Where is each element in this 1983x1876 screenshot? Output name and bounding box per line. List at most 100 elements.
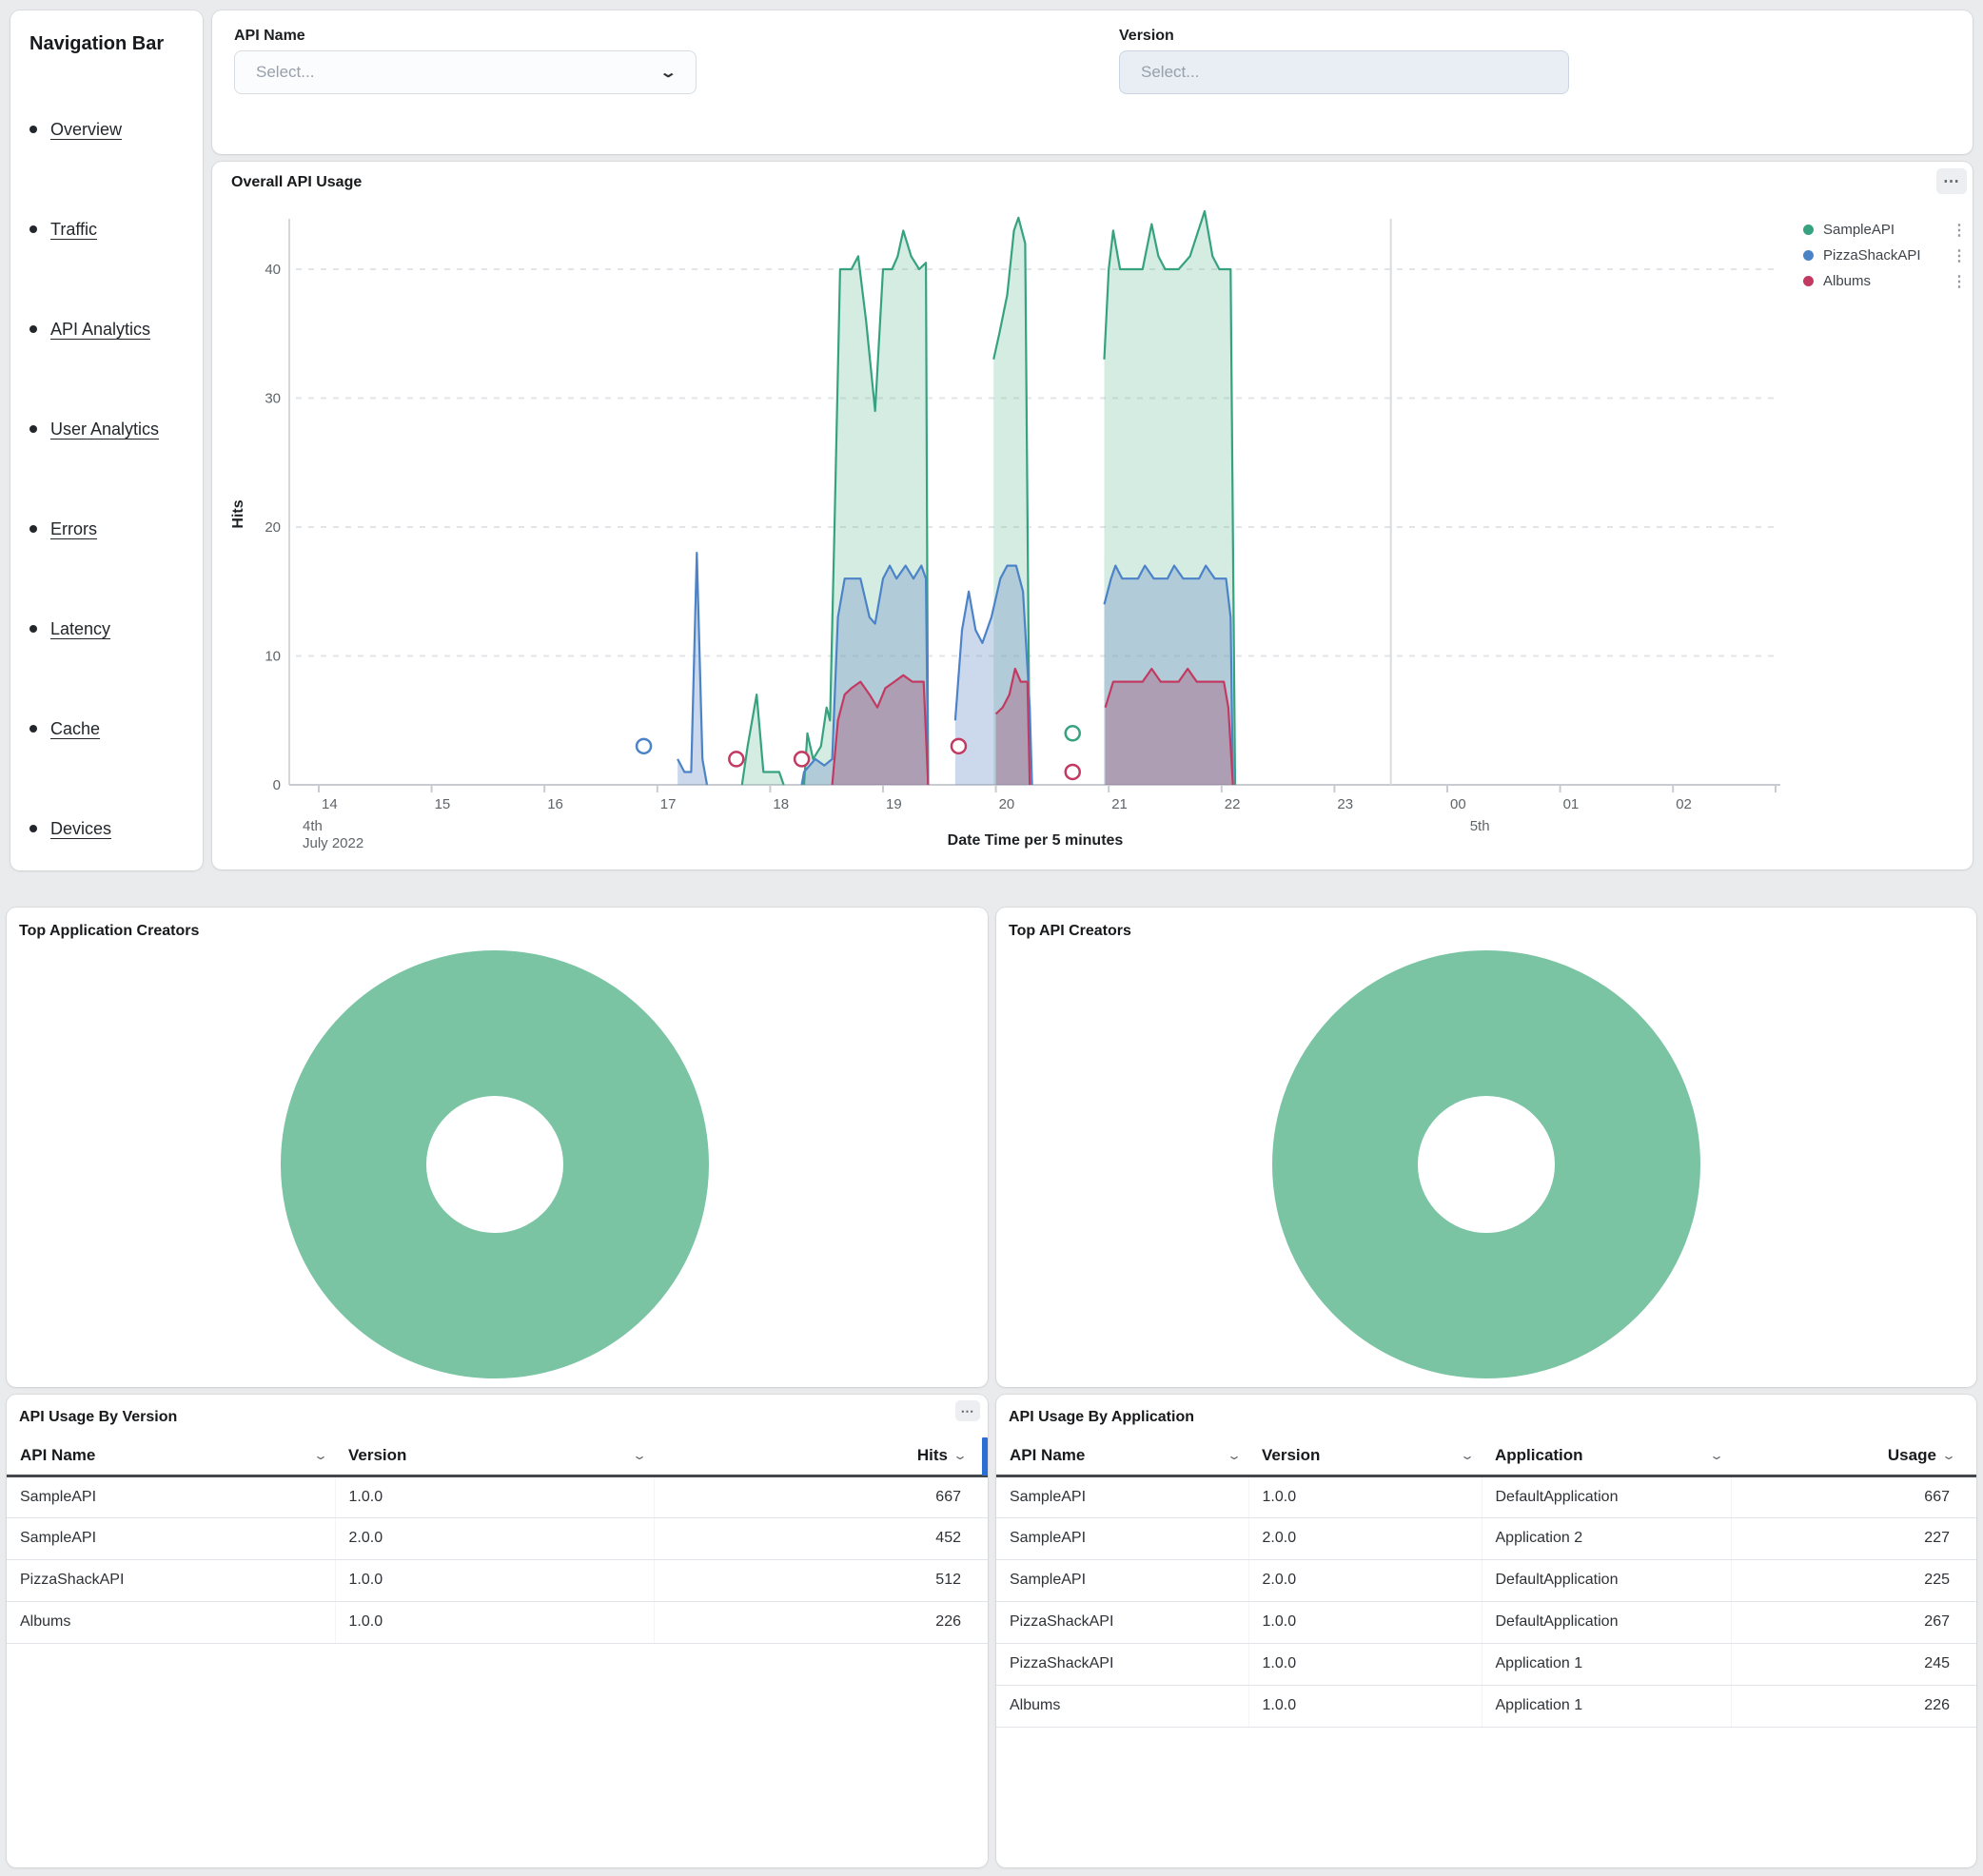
data-point-SampleAPI[interactable] [1066,726,1080,740]
legend-item-SampleAPI[interactable]: SampleAPI ⋮ [1803,217,1967,243]
sidebar-item-overview[interactable]: Overview [29,120,193,140]
sidebar-item-user-analytics[interactable]: User Analytics [29,420,193,440]
bullet-icon [29,325,37,333]
kebab-menu-icon[interactable]: ⋮ [1952,246,1967,265]
legend-label: Albums [1823,273,1871,289]
table-header-row: API Name⌄Version⌄Hits⌄ [7,1437,988,1475]
nav-list: Overview Traffic API Analytics User Analyti… [29,120,193,839]
sidebar-item-latency[interactable]: Latency [29,619,193,639]
table-cell-api-name: SampleAPI [996,1475,1248,1517]
table-row: SampleAPI2.0.0Application 2227 [996,1517,1976,1559]
x-tick-label: 16 [547,796,563,812]
version-placeholder: Select... [1141,63,1547,82]
bullet-icon [29,225,37,233]
data-point-PizzaShackAPI[interactable] [637,739,651,753]
sidebar-item-label[interactable]: Devices [50,819,111,838]
bullet-icon [29,625,37,633]
column-header-hits[interactable]: Hits⌄ [654,1437,988,1475]
column-header-label: Usage [1888,1446,1936,1465]
chevron-down-icon[interactable]: ⌄ [1709,1449,1724,1462]
y-tick-label: 30 [265,391,281,407]
widget-menu-icon[interactable]: ⋯ [955,1400,980,1421]
sidebar-item-label[interactable]: API Analytics [50,320,150,339]
column-header-label: Version [1262,1446,1320,1465]
table-cell-application: Application 1 [1482,1685,1731,1727]
sidebar-item-errors[interactable]: Errors [29,519,193,539]
donut-slice-admin[interactable] [354,1024,637,1306]
legend-item-PizzaShackAPI[interactable]: PizzaShackAPI⋮ [1803,243,1967,268]
table-cell-hits: 452 [654,1517,988,1559]
api-name-label: API Name [234,28,305,44]
table-row: Albums1.0.0Application 1226 [996,1685,1976,1727]
area-chart: 010203040141516171819202122230001024thJu… [212,162,1973,870]
x-tick-label: 21 [1111,796,1128,812]
table-title: API Usage By Application [1009,1409,1194,1426]
chevron-down-icon[interactable]: ⌄ [632,1449,647,1462]
table-cell-usage: 225 [1731,1559,1976,1601]
table-row: SampleAPI1.0.0DefaultApplication667 [996,1475,1976,1517]
table-cell-usage: 227 [1731,1517,1976,1559]
column-header-label: Version [348,1446,406,1465]
table-cell-api-name: PizzaShackAPI [996,1643,1248,1685]
x-tick-label: 23 [1337,796,1353,812]
column-header-api-name[interactable]: API Name⌄ [7,1437,335,1475]
api-usage-by-version-table: API Name⌄Version⌄Hits⌄ SampleAPI1.0.0667… [7,1437,988,1644]
sidebar-item-label[interactable]: Traffic [50,220,97,239]
api-name-select[interactable]: Select... ⌄ [234,50,697,94]
chevron-down-icon[interactable]: ⌄ [1227,1449,1242,1462]
table-cell-application: DefaultApplication [1482,1559,1731,1601]
sidebar-item-cache[interactable]: Cache [29,719,193,739]
sidebar-item-label[interactable]: Errors [50,519,97,538]
x-tick-label: 20 [999,796,1015,812]
data-point-Albums[interactable] [795,752,809,766]
table-cell-api-name: SampleAPI [7,1517,335,1559]
table-cell-usage: 267 [1731,1601,1976,1643]
donut-title: Top Application Creators [19,923,199,940]
legend-dot-icon [1803,225,1814,235]
table-cell-version: 2.0.0 [1248,1559,1482,1601]
kebab-menu-icon[interactable]: ⋮ [1952,221,1967,240]
table-cell-application: DefaultApplication [1482,1475,1731,1517]
data-point-Albums[interactable] [729,752,743,766]
column-header-application[interactable]: Application⌄ [1482,1437,1731,1475]
sidebar-item-label[interactable]: Latency [50,619,110,638]
table-cell-usage: 667 [1731,1475,1976,1517]
legend-item-Albums[interactable]: Albums ⋮ [1803,268,1967,294]
sidebar-item-label[interactable]: Overview [50,120,122,139]
sidebar-item-label[interactable]: Cache [50,719,100,738]
table-cell-version: 2.0.0 [1248,1517,1482,1559]
table-scrollbar[interactable] [982,1437,988,1475]
legend-label: SampleAPI [1823,222,1895,238]
column-header-version[interactable]: Version ⌄ [335,1437,654,1475]
donut-slice-admin[interactable] [1345,1024,1628,1306]
table-cell-api-name: Albums [7,1601,335,1643]
chevron-down-icon[interactable]: ⌄ [1460,1449,1475,1462]
table-cell-version: 1.0.0 [335,1559,654,1601]
kebab-menu-icon[interactable]: ⋮ [1952,272,1967,291]
day-label: 5th [1470,818,1490,834]
table-cell-version: 1.0.0 [1248,1475,1482,1517]
column-header-usage[interactable]: Usage ⌄ [1731,1437,1976,1475]
column-header-version[interactable]: Version ⌄ [1248,1437,1482,1475]
series-line-PizzaShackAPI [677,553,707,785]
bullet-icon [29,525,37,533]
sidebar-item-label[interactable]: User Analytics [50,420,159,439]
chevron-down-icon[interactable]: ⌄ [313,1449,328,1462]
overall-api-usage-card: Overall API Usage ⋯ 01020304014151617181… [212,162,1973,870]
table-cell-usage: 245 [1731,1643,1976,1685]
data-point-Albums[interactable] [952,739,966,753]
chevron-down-icon[interactable]: ⌄ [952,1449,968,1462]
column-header-api-name[interactable]: API Name⌄ [996,1437,1248,1475]
version-select[interactable]: Select... [1119,50,1569,94]
sidebar-item-api-analytics[interactable]: API Analytics [29,320,193,340]
x-tick-label: 17 [660,796,677,812]
sidebar-item-traffic[interactable]: Traffic [29,220,193,240]
x-tick-label: 22 [1225,796,1241,812]
chevron-down-icon[interactable]: ⌄ [1941,1449,1956,1462]
sidebar-item-devices[interactable]: Devices [29,819,193,839]
data-point-Albums[interactable] [1066,765,1080,779]
navigation-sidebar: Navigation Bar OverviewTrafficAPI Analyt… [10,10,203,870]
donut-chart-application-creators [7,908,988,1387]
legend-dot-icon [1803,276,1814,286]
table-row: SampleAPI2.0.0452 [7,1517,988,1559]
